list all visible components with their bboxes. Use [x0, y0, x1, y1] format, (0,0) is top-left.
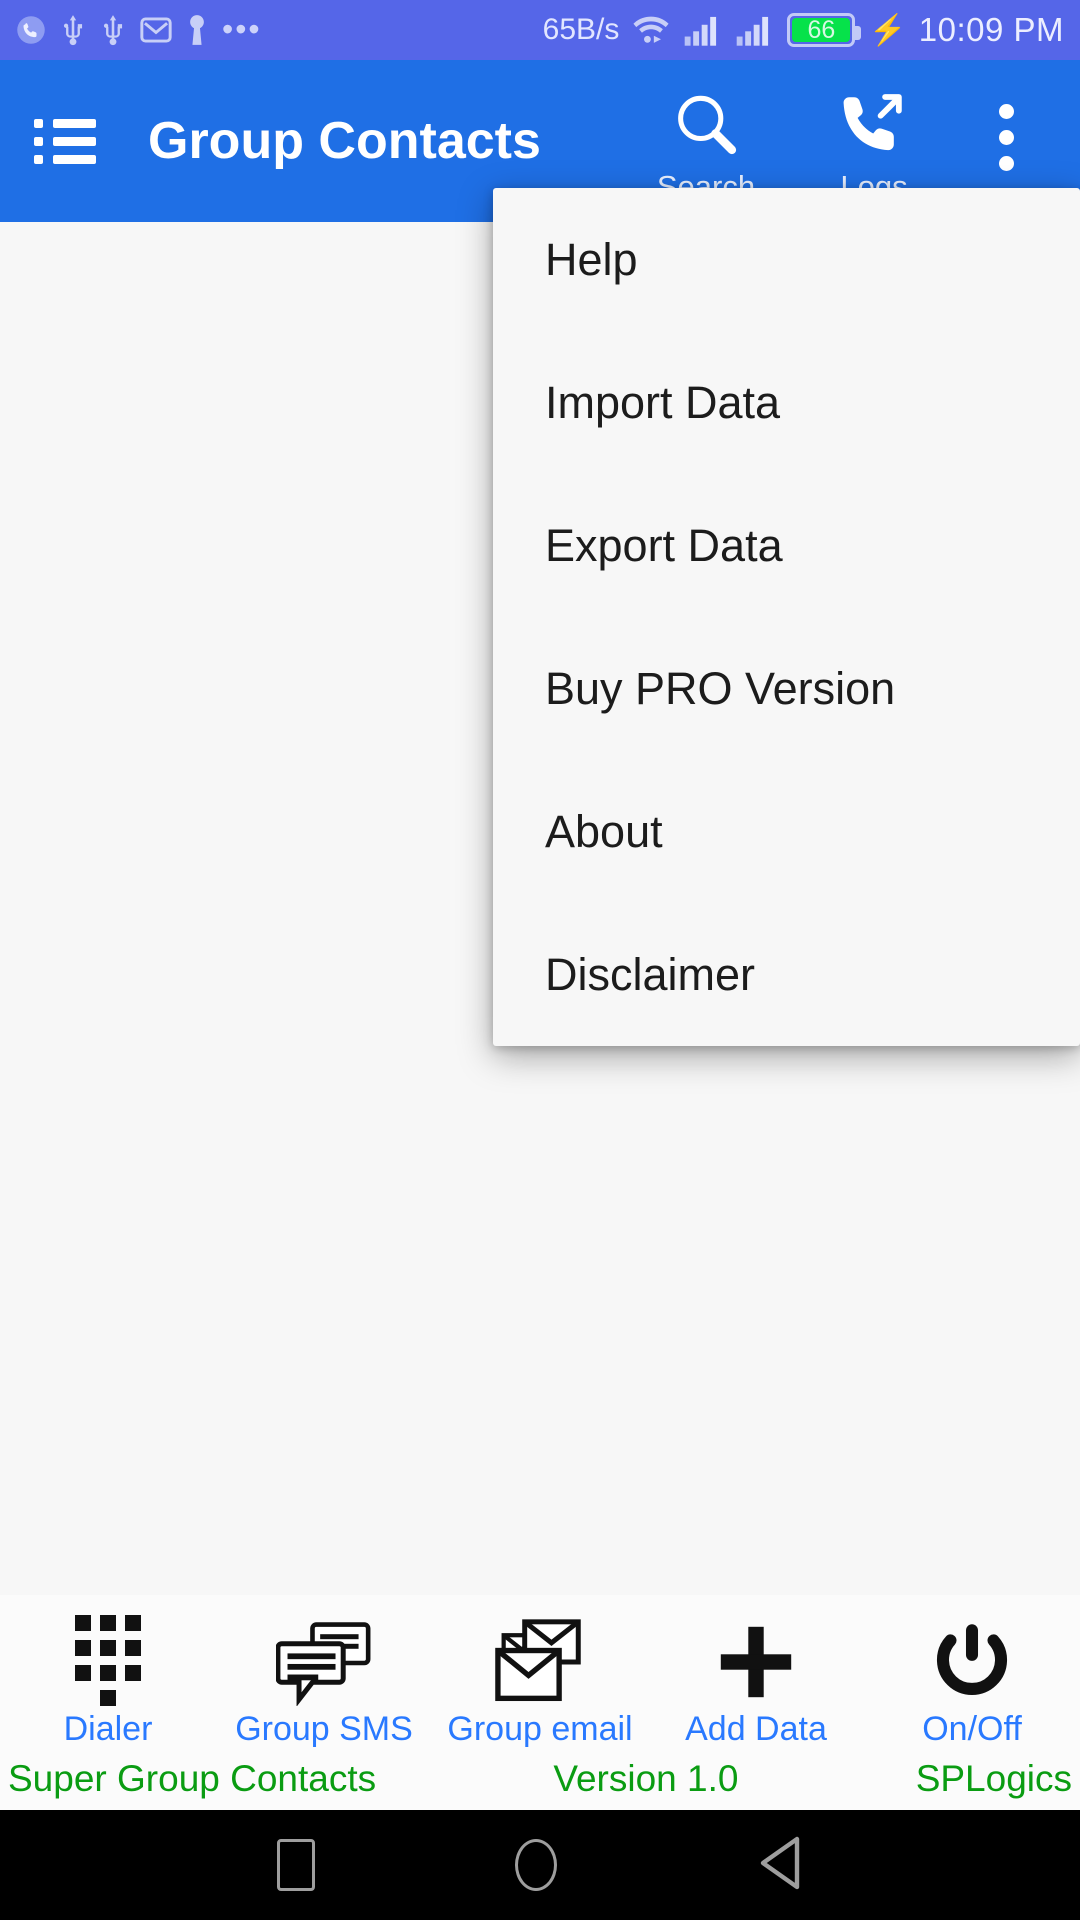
- chat-bubbles-icon: [276, 1614, 372, 1706]
- menu-item-export-data[interactable]: Export Data: [493, 474, 1080, 617]
- app-name-text: Super Group Contacts: [8, 1758, 377, 1799]
- menu-item-help[interactable]: Help: [493, 188, 1080, 331]
- phone-screen: ••• 65B/s 66 ⚡ 10:09 PM Group Contacts S…: [0, 0, 1080, 1920]
- on-off-label: On/Off: [922, 1710, 1022, 1748]
- page-title: Group Contacts: [148, 112, 541, 170]
- version-text: Version 1.0: [553, 1758, 739, 1799]
- status-bar-right-icons: 65B/s 66 ⚡ 10:09 PM: [543, 11, 1064, 49]
- network-speed-text: 65B/s: [542, 13, 620, 46]
- bottom-toolbar: Dialer Group SMS Group email Add Data On…: [0, 1595, 1080, 1810]
- overflow-dropdown-menu: Help Import Data Export Data Buy PRO Ver…: [493, 188, 1080, 1046]
- menu-item-import-data[interactable]: Import Data: [493, 331, 1080, 474]
- overflow-menu-icon[interactable]: [958, 78, 1054, 171]
- vendor-text: SPLogics: [915, 1758, 1072, 1799]
- back-triangle-icon[interactable]: [757, 1835, 803, 1896]
- keyhole-icon: [186, 14, 208, 46]
- search-icon: [669, 88, 743, 167]
- bottom-toolbar-footer: Super Group Contacts Version 1.0 SPLogic…: [0, 1748, 1080, 1810]
- bottom-toolbar-items: Dialer Group SMS Group email Add Data On…: [0, 1598, 1080, 1748]
- envelopes-icon: [494, 1614, 586, 1706]
- power-icon: [930, 1614, 1014, 1706]
- add-data-button[interactable]: Add Data: [648, 1614, 864, 1748]
- search-button[interactable]: Search: [622, 78, 790, 205]
- home-circle-icon[interactable]: [515, 1839, 557, 1891]
- group-email-label: Group email: [447, 1710, 633, 1748]
- plus-icon: [712, 1614, 800, 1706]
- wifi-icon: [631, 14, 671, 46]
- phone-circle-icon: [16, 15, 46, 45]
- signal-bars-icon: [683, 13, 723, 47]
- status-bar-clock: 10:09 PM: [918, 11, 1064, 48]
- menu-item-about[interactable]: About: [493, 760, 1080, 903]
- call-log-icon: [837, 88, 911, 167]
- usb-icon: [100, 14, 126, 46]
- menu-item-buy-pro-version[interactable]: Buy PRO Version: [493, 617, 1080, 760]
- charging-bolt-icon: ⚡: [869, 13, 907, 47]
- logs-button[interactable]: Logs: [790, 78, 958, 205]
- gmail-icon: [140, 15, 172, 45]
- app-bar-actions: Search Logs: [622, 78, 1054, 205]
- more-dots-icon: •••: [222, 11, 262, 48]
- group-sms-button[interactable]: Group SMS: [216, 1614, 432, 1748]
- group-sms-label: Group SMS: [235, 1710, 413, 1748]
- on-off-button[interactable]: On/Off: [864, 1614, 1080, 1748]
- group-email-button[interactable]: Group email: [432, 1614, 648, 1748]
- add-data-label: Add Data: [685, 1710, 827, 1748]
- battery-indicator: 66: [787, 13, 862, 47]
- status-bar-left-icons: •••: [16, 11, 262, 48]
- recents-square-icon[interactable]: [277, 1839, 315, 1891]
- dialer-label: Dialer: [63, 1710, 153, 1748]
- menu-item-disclaimer[interactable]: Disclaimer: [493, 903, 1080, 1046]
- android-navigation-bar: [0, 1810, 1080, 1920]
- dialpad-icon: [75, 1614, 141, 1706]
- battery-percent-text: 66: [807, 15, 836, 44]
- usb-icon: [60, 14, 86, 46]
- status-bar: ••• 65B/s 66 ⚡ 10:09 PM: [0, 0, 1080, 60]
- dialer-button[interactable]: Dialer: [0, 1614, 216, 1748]
- signal-bars-icon: [735, 13, 775, 47]
- hamburger-list-icon[interactable]: [34, 118, 96, 164]
